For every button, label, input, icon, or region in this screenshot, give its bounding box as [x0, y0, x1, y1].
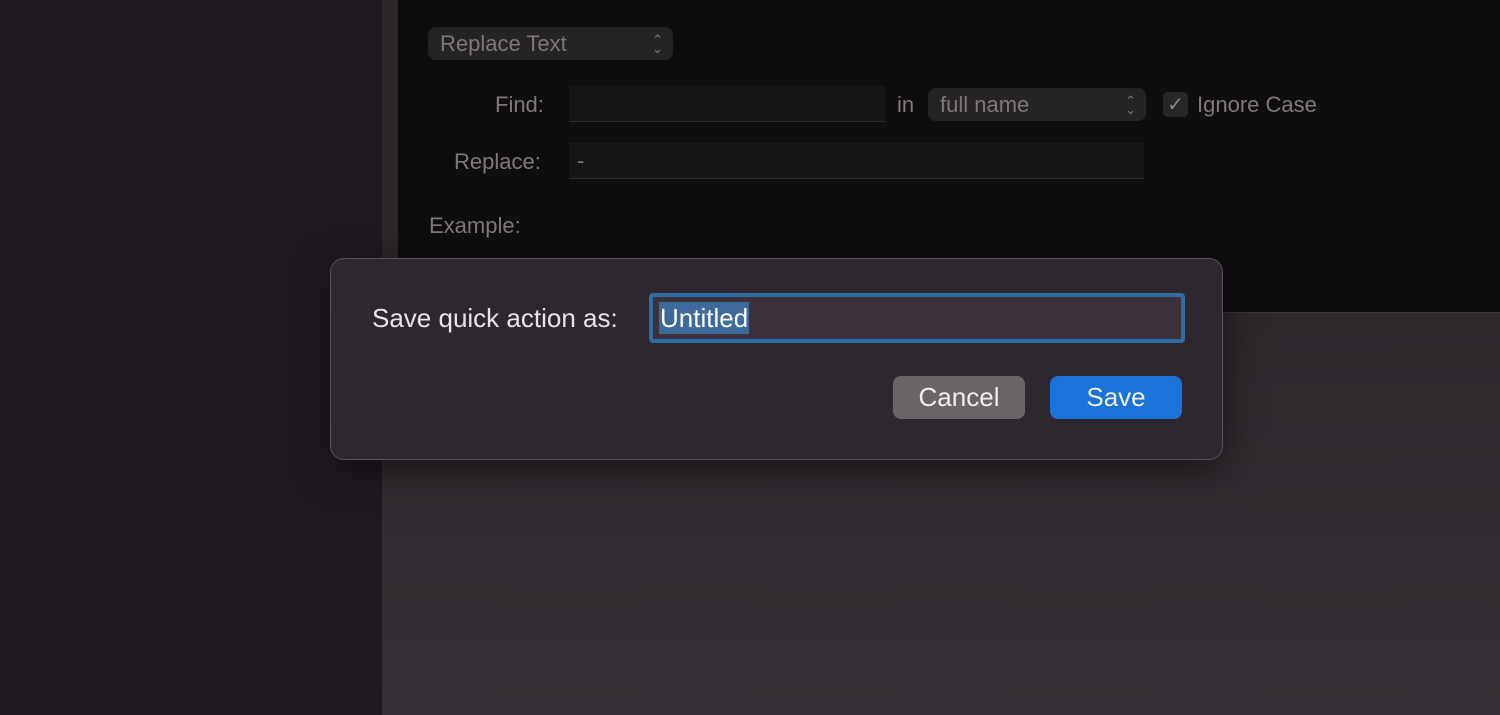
ignore-case-checkbox[interactable]: ✓: [1163, 92, 1188, 117]
scope-value: full name: [940, 91, 1030, 117]
updown-chevron-icon: ⌃ ⌄: [652, 31, 663, 56]
action-type-popup[interactable]: Replace Text ⌃ ⌄: [428, 27, 673, 60]
action-name-input[interactable]: Untitled: [649, 293, 1185, 343]
find-label: Find:: [495, 92, 544, 117]
updown-chevron-icon: ⌃ ⌄: [1125, 92, 1136, 117]
replace-input[interactable]: -: [569, 143, 1144, 179]
replace-label: Replace:: [454, 149, 541, 174]
save-button[interactable]: Save: [1050, 376, 1182, 419]
find-input[interactable]: [569, 86, 885, 122]
ignore-case-label: Ignore Case: [1197, 92, 1317, 117]
example-label: Example:: [429, 213, 521, 238]
checkmark-icon: ✓: [1167, 94, 1184, 116]
action-name-value: Untitled: [659, 302, 750, 334]
cancel-button[interactable]: Cancel: [893, 376, 1025, 419]
save-prompt-label: Save quick action as:: [372, 303, 618, 333]
action-type-value: Replace Text: [440, 30, 567, 56]
in-label: in: [897, 92, 915, 117]
scope-popup[interactable]: full name ⌃ ⌄: [928, 88, 1146, 121]
save-dialog: Save quick action as: Untitled Cancel Sa…: [330, 258, 1223, 460]
